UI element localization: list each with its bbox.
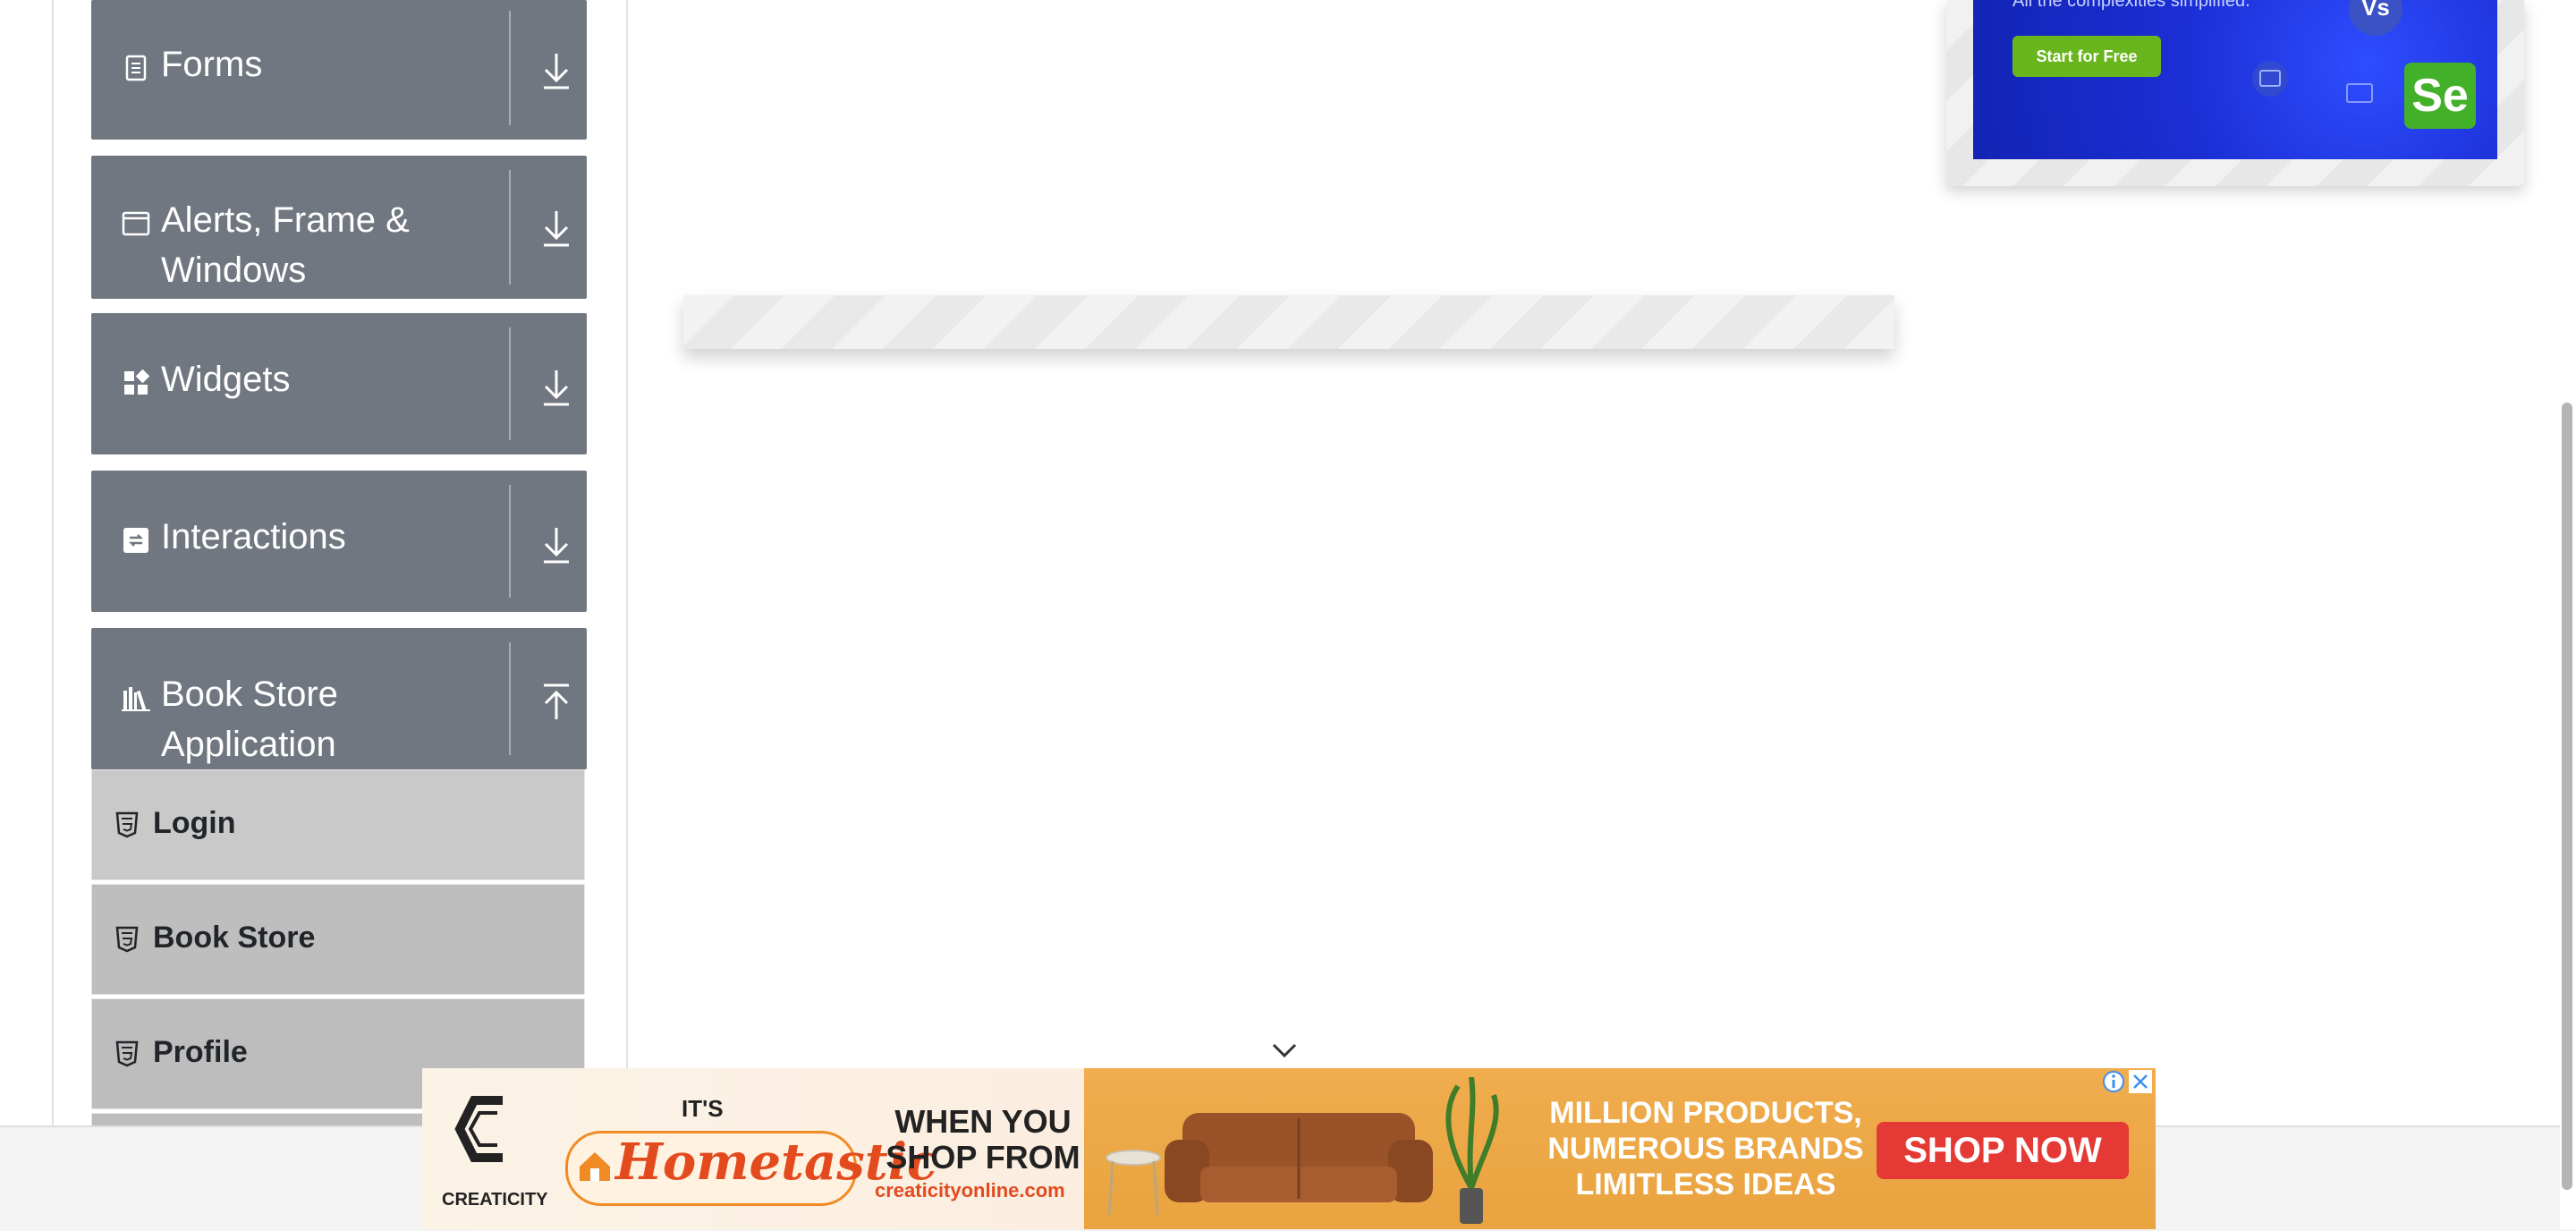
sidebar-group-interactions[interactable]: Interactions: [91, 471, 587, 612]
group-title: Interactions: [161, 517, 346, 556]
group-title: Widgets: [161, 360, 291, 399]
ad-its-text: IT'S: [682, 1095, 724, 1122]
form-icon: [125, 55, 147, 81]
page-scrollbar-thumb[interactable]: [2562, 403, 2572, 1190]
group-title: Alerts, Frame &: [161, 200, 410, 240]
ad-line2: SHOP FROM: [886, 1139, 1080, 1176]
arrow-down-icon[interactable]: [538, 367, 574, 408]
group-divider: [509, 170, 511, 284]
house-icon: [580, 1152, 610, 1181]
group-title: Book Store: [161, 675, 338, 714]
loading-ad-placeholder: [683, 295, 1894, 349]
menu-item-login[interactable]: Login: [91, 769, 585, 880]
side-table-icon: [1106, 1150, 1161, 1216]
html5-icon: [115, 926, 139, 953]
plant-image: [1445, 1077, 1499, 1224]
sidebar-group-forms[interactable]: Forms: [91, 0, 587, 140]
ad-info-icon[interactable]: [2102, 1070, 2125, 1093]
arrow-down-icon[interactable]: [538, 50, 574, 91]
ad-subtitle: All the complexities simplified.: [2012, 0, 2250, 11]
ad-line1: WHEN YOU: [894, 1103, 1072, 1140]
interactions-icon: [123, 528, 148, 553]
group-title-line2: Application: [161, 725, 336, 764]
arrow-down-icon[interactable]: [538, 208, 574, 249]
ad-million-line3: LIMITLESS IDEAS: [1575, 1167, 1836, 1201]
ad-million-line1: MILLION PRODUCTS,: [1549, 1096, 1862, 1130]
arrow-up-icon[interactable]: [538, 682, 574, 723]
ad-bottom-banner[interactable]: CREATICITY IT'S Hometastic WHEN YOU SHOP…: [422, 1068, 2156, 1229]
group-divider: [509, 642, 511, 755]
ad-million-line2: NUMEROUS BRANDS: [1547, 1132, 1864, 1166]
shop-now-button[interactable]: SHOP NOW: [1877, 1122, 2129, 1179]
image-card-icon: [2346, 83, 2373, 103]
group-title: Forms: [161, 45, 263, 84]
page-frame-left-border: [52, 0, 54, 1125]
start-for-free-button[interactable]: Start for Free: [2012, 36, 2161, 77]
ad-million-text: MILLION PRODUCTS, NUMEROUS BRANDS LIMITL…: [1531, 1095, 1880, 1202]
window-icon: [122, 211, 150, 236]
browser-window-icon: [2252, 61, 2288, 97]
ad-top-banner[interactable]: All the complexities simplified. Start f…: [1973, 0, 2497, 159]
sidebar-right-border: [626, 0, 628, 1125]
group-title-line2: Windows: [161, 250, 307, 290]
group-divider: [509, 485, 511, 598]
close-icon[interactable]: [2129, 1070, 2152, 1093]
arrow-down-icon[interactable]: [538, 524, 574, 565]
sidebar-group-widgets[interactable]: Widgets: [91, 313, 587, 454]
sidebar-group-book-store-application[interactable]: Book Store Application: [91, 628, 587, 769]
html5-icon: [115, 1040, 139, 1067]
bookshelf-icon: [122, 687, 150, 711]
menu-item-label: Book Store: [153, 921, 316, 955]
vs-badge: Vs: [2349, 0, 2402, 36]
creaticity-logo-icon: [454, 1096, 503, 1162]
group-divider: [509, 327, 511, 440]
menu-item-label: Login: [153, 806, 236, 840]
selenium-logo: Se: [2404, 63, 2476, 129]
menu-item-label: Profile: [153, 1035, 248, 1069]
sidebar-group-alerts-frame-windows[interactable]: Alerts, Frame & Windows: [91, 156, 587, 299]
menu-item-book-store[interactable]: Book Store: [91, 884, 585, 995]
ad-when-you-text: WHEN YOU SHOP FROM: [880, 1104, 1086, 1176]
html5-icon: [115, 811, 139, 838]
chevron-down-icon[interactable]: [1270, 1041, 1299, 1059]
widgets-icon: [124, 369, 150, 395]
ad-website-text: creaticityonline.com: [875, 1179, 1065, 1201]
brand-name: CREATICITY: [442, 1190, 548, 1210]
sofa-image: [1165, 1113, 1433, 1202]
group-divider: [509, 11, 511, 125]
